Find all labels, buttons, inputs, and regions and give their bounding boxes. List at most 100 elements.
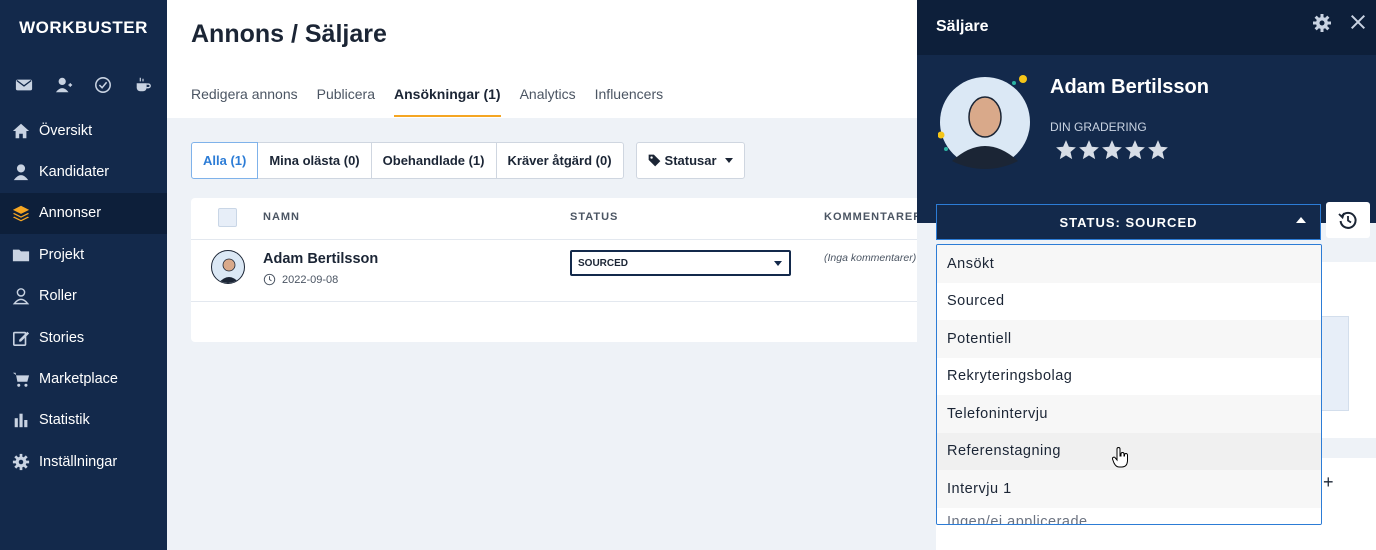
column-header-name[interactable]: NAMN — [263, 211, 300, 223]
candidate-panel: Säljare Adam Bertilsson DIN GRADERING + … — [917, 0, 1376, 550]
star-icon[interactable] — [1055, 139, 1077, 161]
sidebar-item-label: Stories — [39, 329, 85, 346]
candidate-name[interactable]: Adam Bertilsson — [263, 251, 378, 267]
sidebar-item-stories[interactable]: Stories — [0, 317, 167, 358]
status-option-telefonintervju[interactable]: Telefonintervju — [937, 395, 1321, 433]
brand-logo[interactable]: WORKBUSTER — [0, 18, 167, 38]
sidebar-item-projekt[interactable]: Projekt — [0, 234, 167, 275]
sidebar-item-oversikt[interactable]: Översikt — [0, 110, 167, 151]
history-button[interactable] — [1326, 202, 1370, 238]
column-header-status[interactable]: STATUS — [570, 211, 618, 223]
candidate-name: Adam Bertilsson — [1050, 76, 1209, 98]
sidebar-item-statistik[interactable]: Statistik — [0, 400, 167, 441]
tab-redigera-annons[interactable]: Redigera annons — [191, 86, 298, 117]
panel-header: Säljare — [917, 0, 1376, 55]
status-option-intervju-1[interactable]: Intervju 1 — [937, 470, 1321, 508]
sidebar-item-annonser[interactable]: Annonser — [0, 192, 167, 235]
status-option-potentiell[interactable]: Potentiell — [937, 320, 1321, 358]
background-card — [1321, 262, 1376, 438]
sidebar-item-label: Marketplace — [39, 371, 118, 388]
filter-mina-olasta-button[interactable]: Mina olästa (0) — [257, 142, 372, 179]
tab-influencers[interactable]: Influencers — [595, 86, 663, 117]
filter-alla-button[interactable]: Alla (1) — [191, 142, 259, 179]
avatar[interactable] — [211, 250, 245, 284]
rating-stars — [1055, 139, 1170, 161]
chevron-up-icon — [1296, 217, 1306, 223]
row-status-value: SOURCED — [578, 257, 629, 269]
tag-icon — [648, 154, 661, 167]
tab-publicera[interactable]: Publicera — [317, 86, 375, 117]
filter-kraver-atgard-button[interactable]: Kräver åtgärd (0) — [495, 142, 624, 179]
status-option-rekryteringsbolag[interactable]: Rekryteringsbolag — [937, 357, 1321, 395]
gear-icon — [12, 453, 30, 471]
background-card: + — [1321, 458, 1376, 550]
star-icon[interactable] — [1101, 139, 1123, 161]
chevron-down-icon — [724, 158, 733, 163]
cart-icon — [12, 370, 30, 388]
sidebar-nav: Översikt Kandidater Annonser Projekt Rol… — [0, 110, 167, 483]
mail-icon[interactable] — [15, 76, 33, 99]
status-option-referenstagning[interactable]: Referenstagning — [937, 432, 1321, 470]
status-dropdown-button[interactable]: STATUS: SOURCED — [936, 204, 1321, 240]
row-status-select[interactable]: SOURCED — [570, 250, 791, 276]
home-icon — [12, 122, 30, 140]
table-row[interactable]: Adam Bertilsson 2022-09-08 SOURCED (Inga… — [191, 240, 931, 302]
status-filter-label: Statusar — [664, 153, 717, 168]
clock-icon — [263, 273, 282, 286]
row-comment: (Inga kommentarer) — [824, 252, 917, 264]
filter-bar: Alla (1) Mina olästa (0) Obehandlade (1)… — [191, 142, 745, 179]
background-card — [936, 523, 1322, 550]
sidebar-item-installningar[interactable]: Inställningar — [0, 441, 167, 482]
star-icon[interactable] — [1124, 139, 1146, 161]
sidebar-item-label: Annonser — [39, 205, 102, 222]
chevron-down-icon — [774, 261, 782, 266]
candidate-avatar[interactable] — [938, 75, 1032, 169]
tab-bar: Redigera annons Publicera Ansökningar (1… — [191, 86, 682, 117]
application-date: 2022-09-08 — [263, 273, 338, 286]
history-icon — [1338, 211, 1357, 229]
table-header: NAMN STATUS KOMMENTARER — [191, 198, 931, 240]
tab-ansokningar[interactable]: Ansökningar (1) — [394, 86, 501, 117]
select-all-checkbox[interactable] — [218, 208, 237, 227]
application-date-text: 2022-09-08 — [282, 273, 339, 286]
background-card-field — [1321, 316, 1349, 411]
check-circle-icon[interactable] — [94, 76, 112, 99]
status-dropdown-menu: Ansökt Sourced Potentiell Rekryteringsbo… — [936, 244, 1322, 525]
status-option-ingen-ej-applicerade[interactable]: Ingen/ej applicerade — [937, 507, 1321, 524]
star-icon[interactable] — [1147, 139, 1169, 161]
sidebar: WORKBUSTER Översikt Kandidater Annonser — [0, 0, 167, 550]
panel-title: Säljare — [936, 18, 989, 35]
column-header-comments[interactable]: KOMMENTARER — [824, 211, 922, 223]
status-dropdown-label: STATUS: SOURCED — [1059, 214, 1198, 230]
sidebar-item-label: Översikt — [39, 122, 93, 139]
filter-obehandlade-button[interactable]: Obehandlade (1) — [370, 142, 497, 179]
layers-icon — [12, 204, 30, 222]
sidebar-item-kandidater[interactable]: Kandidater — [0, 151, 167, 192]
candidate-profile: Adam Bertilsson DIN GRADERING — [917, 55, 1376, 223]
coffee-icon[interactable] — [134, 76, 152, 99]
bar-chart-icon — [12, 411, 30, 429]
sidebar-item-label: Kandidater — [39, 164, 110, 181]
sidebar-item-label: Projekt — [39, 246, 85, 263]
close-icon[interactable] — [1349, 13, 1367, 31]
sidebar-item-roller[interactable]: Roller — [0, 276, 167, 317]
sidebar-item-label: Roller — [39, 288, 77, 305]
hand-cursor-icon — [1112, 447, 1128, 468]
applications-table: NAMN STATUS KOMMENTARER Adam Bertilsson … — [191, 198, 931, 342]
add-icon[interactable]: + — [1323, 472, 1334, 493]
settings-gear-icon[interactable] — [1312, 13, 1332, 33]
edit-icon — [12, 329, 30, 347]
sidebar-item-label: Statistik — [39, 412, 90, 429]
user-outline-icon — [12, 287, 30, 305]
status-filter-dropdown[interactable]: Statusar — [635, 142, 745, 179]
tab-analytics[interactable]: Analytics — [520, 86, 576, 117]
user-plus-icon[interactable] — [55, 76, 73, 99]
sidebar-item-marketplace[interactable]: Marketplace — [0, 358, 167, 399]
star-icon[interactable] — [1078, 139, 1100, 161]
rating-label: DIN GRADERING — [1050, 120, 1147, 134]
page-title: Annons / Säljare — [191, 20, 387, 48]
user-icon — [12, 163, 30, 181]
status-option-ansokt[interactable]: Ansökt — [937, 245, 1321, 283]
quick-actions — [0, 76, 167, 99]
status-option-sourced[interactable]: Sourced — [937, 282, 1321, 320]
